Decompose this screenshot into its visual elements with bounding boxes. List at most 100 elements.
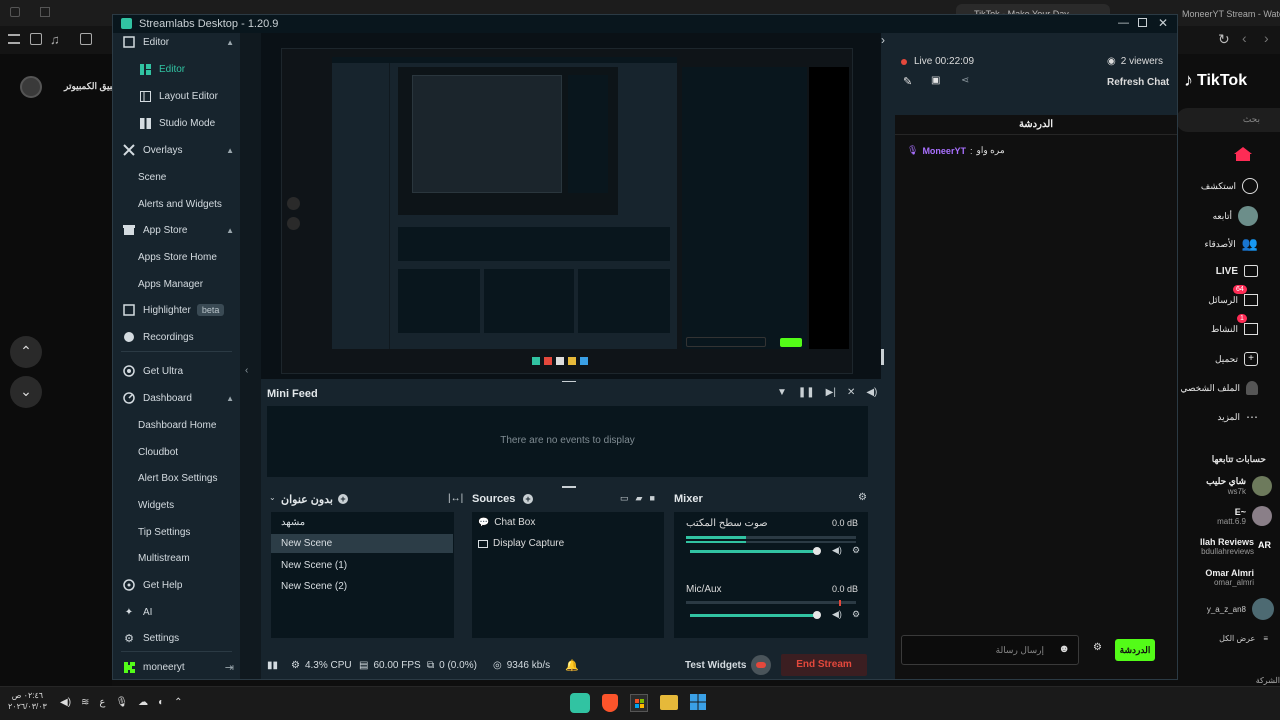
filter-icon[interactable]: ▼: [777, 387, 787, 398]
test-widgets-button[interactable]: [751, 655, 771, 675]
browser-tab-kick[interactable]: MoneerYT Stream - Watch Live on Ki: [1176, 4, 1280, 24]
sidebar-item-alerts-widgets[interactable]: Alerts and Widgets: [113, 193, 240, 215]
sidebar-user[interactable]: moneeryt ⇥: [113, 656, 240, 678]
add-scene-collection-icon[interactable]: +: [338, 494, 348, 504]
close-button[interactable]: ✕: [1158, 16, 1168, 30]
scene-item[interactable]: New Scene (2): [271, 577, 453, 596]
source-item[interactable]: 💬 Chat Box: [478, 517, 535, 528]
file-explorer-taskbar-icon[interactable]: [660, 695, 678, 710]
stream-preview[interactable]: [281, 48, 853, 374]
notifications-icon[interactable]: 🔔: [565, 659, 579, 672]
sidebar-item-get-help[interactable]: Get Help: [113, 574, 240, 596]
emoji-icon[interactable]: ☻: [1058, 643, 1070, 655]
speaker-icon[interactable]: ◀): [832, 609, 842, 620]
tiktok-nav-explore[interactable]: استكشف: [1201, 178, 1258, 194]
sidebar-toggle-icon[interactable]: [30, 33, 42, 45]
browser-restore-icon[interactable]: [40, 7, 50, 17]
tiktok-nav-following[interactable]: أتابعه: [1213, 206, 1258, 226]
scene-item[interactable]: New Scene (1): [271, 556, 453, 575]
mute-alerts-icon[interactable]: ✕: [847, 387, 855, 398]
sidebar-item-apps-store-home[interactable]: Apps Store Home: [113, 246, 240, 268]
channel-settings-icon[interactable]: ⚙: [852, 609, 860, 620]
brave-taskbar-icon[interactable]: [602, 694, 618, 712]
refresh-chat-button[interactable]: Refresh Chat: [1107, 77, 1169, 88]
cloud-icon[interactable]: ☁: [138, 697, 148, 708]
following-account[interactable]: Omar Almri omar_almri: [1205, 568, 1254, 587]
mic-tray-icon[interactable]: 🎙: [115, 697, 128, 708]
volume-tray-icon[interactable]: ◀): [60, 697, 71, 708]
sidebar-item-alert-box-settings[interactable]: Alert Box Settings: [113, 467, 240, 489]
sidebar-item-multistream[interactable]: Multistream: [113, 547, 240, 569]
tiktok-nav-live[interactable]: LIVE: [1216, 265, 1258, 277]
scroll-up-button[interactable]: ⌃: [10, 336, 42, 368]
skip-icon[interactable]: ▶|: [826, 387, 836, 398]
resize-handle[interactable]: [562, 486, 576, 488]
scene-item[interactable]: مشهد: [271, 513, 453, 532]
sidebar-item-scene[interactable]: Scene: [113, 166, 240, 188]
tiktok-logo[interactable]: ♪ TikTok: [1184, 70, 1247, 91]
sidebar-item-get-ultra[interactable]: Get Ultra: [113, 360, 240, 382]
volume-icon[interactable]: ◀): [866, 387, 877, 398]
collapse-chat-icon[interactable]: ›: [881, 33, 885, 47]
scene-collection-title[interactable]: بدون عنوان: [281, 493, 333, 506]
group-icon[interactable]: ▭: [620, 493, 629, 504]
tiktok-nav-activity[interactable]: النشاط 1: [1211, 314, 1258, 335]
sidebar-item-layout-editor[interactable]: Layout Editor: [113, 85, 240, 107]
scene-transitions-icon[interactable]: |↔|: [448, 493, 463, 504]
following-account[interactable]: E~ matt.6.9: [1217, 506, 1272, 526]
logout-icon[interactable]: ⇥: [225, 661, 234, 674]
app-avatar[interactable]: [20, 76, 42, 98]
share-icon[interactable]: ⋖: [961, 75, 969, 86]
discord-tray-icon[interactable]: ◐: [158, 697, 164, 708]
volume-slider[interactable]: [690, 550, 816, 553]
home-label[interactable]: [1208, 147, 1228, 161]
tiktok-nav-upload[interactable]: تحميل +: [1215, 352, 1258, 366]
sidebar-item-studio-mode[interactable]: Studio Mode: [113, 112, 240, 134]
volume-slider-thumb[interactable]: [813, 611, 821, 619]
chat-resize-handle[interactable]: [881, 349, 884, 365]
tiktok-nav-friends[interactable]: الأصدقاء 👥: [1205, 236, 1258, 252]
scene-item[interactable]: New Scene: [271, 534, 453, 553]
sidebar-item-app-store[interactable]: App Store ▲: [113, 219, 240, 241]
source-item[interactable]: Display Capture: [478, 538, 564, 549]
chat-settings-icon[interactable]: ⚙: [1093, 642, 1102, 653]
clock[interactable]: ٠٢:٤٦ ص ٢٠٢٦/٠٣/٠٣: [8, 690, 47, 712]
stats-icon[interactable]: ▮▮: [267, 660, 278, 671]
sidebar-item-recordings[interactable]: Recordings: [113, 326, 240, 348]
end-stream-button[interactable]: End Stream: [781, 654, 867, 676]
pause-icon[interactable]: ❚❚: [798, 387, 815, 398]
channel-settings-icon[interactable]: ⚙: [852, 545, 860, 556]
tiktok-search-input[interactable]: بحث: [1176, 108, 1280, 132]
tray-expand-icon[interactable]: ⌃: [174, 697, 182, 708]
tiktok-nav-messages[interactable]: الرسائل 64: [1208, 285, 1258, 306]
language-indicator[interactable]: ع: [99, 697, 105, 708]
sidebar-item-ai[interactable]: ✦ AI: [113, 601, 240, 623]
mixer-settings-icon[interactable]: ⚙: [858, 492, 867, 503]
scroll-down-button[interactable]: ⌄: [10, 376, 42, 408]
source-settings-icon[interactable]: ■: [649, 493, 654, 504]
sidebar-item-editor-group[interactable]: Editor ▲: [113, 31, 240, 53]
folder-icon[interactable]: ▰: [636, 493, 643, 504]
tiktok-footer[interactable]: الشركة: [1256, 676, 1280, 685]
wifi-icon[interactable]: ≋: [81, 697, 89, 708]
edit-icon[interactable]: ✎: [903, 75, 912, 88]
reload-icon[interactable]: ↻: [1218, 31, 1230, 48]
chat-popout-icon[interactable]: ▣: [931, 75, 940, 86]
sidebar-item-dashboard-home[interactable]: Dashboard Home: [113, 414, 240, 436]
chat-send-button[interactable]: الدردشة: [1115, 639, 1155, 661]
tiktok-nav-profile[interactable]: الملف الشخصي: [1180, 381, 1258, 395]
volume-slider[interactable]: [690, 614, 816, 617]
sidebar-item-highlighter[interactable]: Highlighter beta: [113, 299, 240, 321]
speaker-icon[interactable]: ◀): [832, 545, 842, 556]
sidebar-item-cloudbot[interactable]: Cloudbot: [113, 441, 240, 463]
following-account[interactable]: llah Reviews bdullahreviews AR: [1200, 537, 1274, 556]
streamlabs-taskbar-icon[interactable]: [570, 693, 590, 713]
show-all-link[interactable]: عرض الكل ≡: [1219, 634, 1268, 643]
home-icon[interactable]: [1232, 146, 1254, 162]
tiktok-nav-more[interactable]: المزيد ⋯: [1217, 410, 1258, 424]
minimize-button[interactable]: —: [1118, 17, 1129, 29]
sidebar-item-editor[interactable]: Editor: [113, 58, 240, 80]
maximize-button[interactable]: [1138, 18, 1147, 27]
collapse-left-icon[interactable]: ‹: [245, 365, 248, 376]
menu-icon[interactable]: [8, 34, 20, 44]
